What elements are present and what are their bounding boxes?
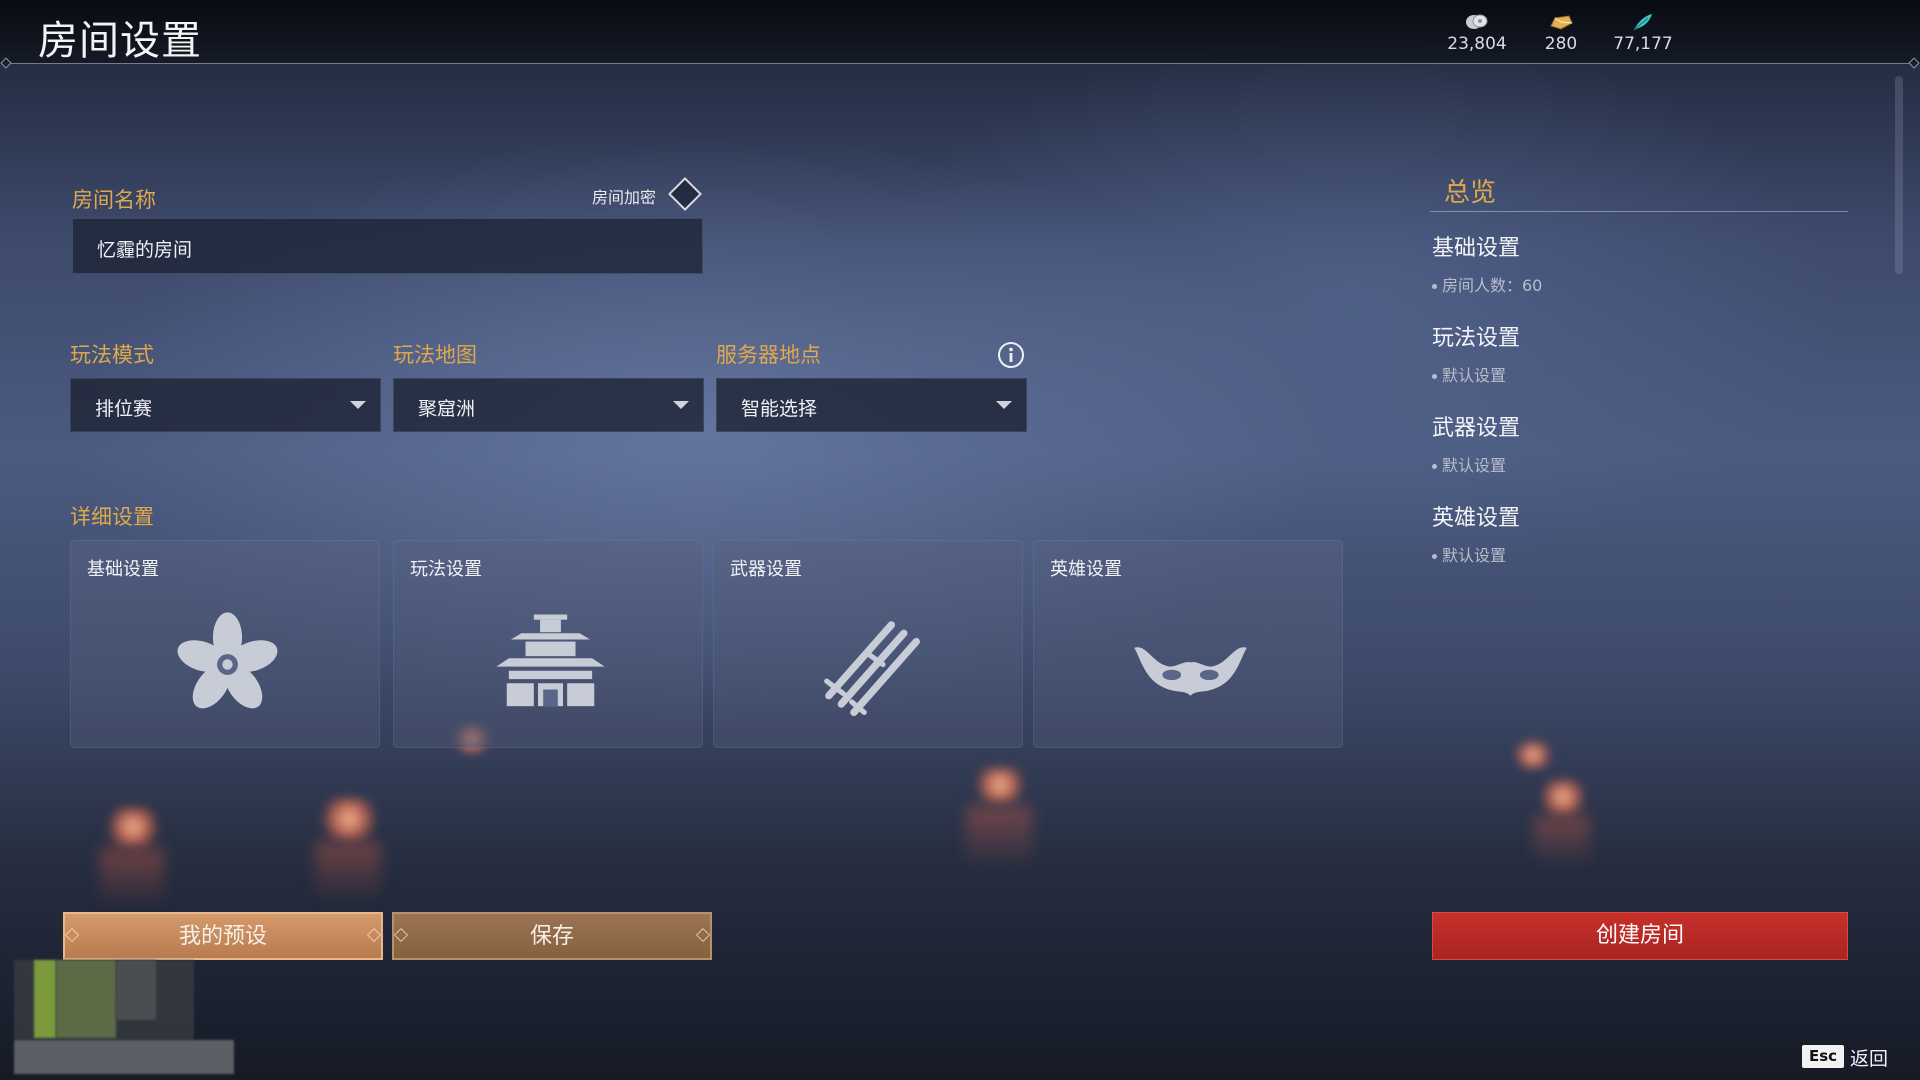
button-ornament (64, 927, 80, 943)
overview-divider (1430, 211, 1848, 212)
card-gameplay-settings[interactable]: 玩法设置 (393, 540, 703, 748)
chevron-down-icon (673, 401, 689, 409)
currency-coins: 23,804 (1432, 12, 1522, 54)
gold-amount: 280 (1544, 34, 1578, 54)
lantern-reflection (1534, 816, 1590, 866)
lantern-light (972, 768, 1028, 802)
overview-item-basic: 房间人数：60 (1432, 272, 1542, 296)
card-title: 基础设置 (87, 559, 159, 580)
map-dropdown[interactable]: 聚窟洲 (393, 378, 704, 432)
lantern-light (104, 808, 162, 846)
overview-item-text: 默认设置 (1442, 456, 1507, 475)
overview-heading-weapon: 武器设置 (1432, 416, 1521, 441)
server-value: 智能选择 (741, 398, 818, 420)
overview-item-hero: 默认设置 (1432, 542, 1506, 566)
lantern-reflection (966, 806, 1032, 870)
gold-ingot-icon (1550, 15, 1573, 30)
bullet (1432, 464, 1437, 469)
bullet (1432, 554, 1437, 559)
bullet (1432, 284, 1437, 289)
coin-amount: 23,804 (1447, 34, 1507, 54)
create-room-button[interactable]: 创建房间 (1432, 912, 1848, 960)
overview-heading-gameplay: 玩法设置 (1432, 326, 1521, 351)
swords-icon (824, 621, 920, 717)
card-title: 玩法设置 (410, 559, 482, 580)
card-basic-settings[interactable]: 基础设置 (70, 540, 380, 748)
lantern-light (318, 798, 380, 840)
overview-item-text: 默认设置 (1442, 366, 1507, 385)
mode-value: 排位赛 (95, 398, 153, 420)
room-encrypt-checkbox[interactable] (668, 177, 702, 211)
button-ornament (393, 927, 409, 943)
currency-feathers: 77,177 (1598, 12, 1688, 54)
scrollbar[interactable] (1895, 76, 1903, 274)
info-icon[interactable] (997, 341, 1025, 369)
mask-icon (1134, 647, 1247, 696)
save-label: 保存 (529, 924, 574, 949)
card-weapon-settings[interactable]: 武器设置 (713, 540, 1023, 748)
chevron-down-icon (350, 401, 366, 409)
coin-icon (1466, 14, 1488, 29)
flower-icon (177, 612, 278, 709)
lantern-light (1512, 742, 1554, 768)
mode-dropdown[interactable]: 排位赛 (70, 378, 381, 432)
create-room-label: 创建房间 (1595, 923, 1684, 948)
overview-item-text: 房间人数：60 (1442, 276, 1543, 295)
back-button[interactable]: 返回 (1850, 1044, 1888, 1071)
lantern-reflection (315, 842, 381, 902)
overview-item-text: 默认设置 (1442, 546, 1507, 565)
room-name-input[interactable]: 忆霾的房间 (72, 218, 703, 274)
card-title: 英雄设置 (1050, 559, 1122, 580)
card-hero-settings[interactable]: 英雄设置 (1033, 540, 1343, 748)
overview-item-gameplay: 默认设置 (1432, 362, 1506, 386)
save-button[interactable]: 保存 (392, 912, 712, 960)
overview-title: 总览 (1444, 178, 1497, 208)
feather-icon (1633, 14, 1652, 31)
room-name-label: 房间名称 (72, 188, 156, 212)
map-value: 聚窟洲 (418, 398, 476, 420)
server-label: 服务器地点 (716, 343, 821, 367)
my-presets-button[interactable]: 我的预设 (63, 912, 383, 960)
pagoda-icon (496, 614, 605, 707)
overview-heading-hero: 英雄设置 (1432, 506, 1521, 531)
details-label: 详细设置 (70, 505, 154, 529)
header-divider (6, 63, 1914, 64)
lantern-light (1538, 780, 1588, 814)
bullet (1432, 374, 1437, 379)
room-encrypt-label: 房间加密 (592, 188, 657, 207)
button-ornament (695, 927, 711, 943)
esc-key-hint[interactable]: Esc (1802, 1045, 1845, 1068)
button-ornament (366, 927, 382, 943)
lantern-reflection (100, 848, 164, 908)
overview-heading-basic: 基础设置 (1432, 236, 1521, 261)
card-title: 武器设置 (730, 559, 802, 580)
chevron-down-icon (996, 401, 1012, 409)
my-presets-label: 我的预设 (178, 924, 267, 949)
overview-item-weapon: 默认设置 (1432, 452, 1506, 476)
map-label: 玩法地图 (393, 343, 477, 367)
feather-amount: 77,177 (1613, 34, 1673, 54)
currency-gold: 280 (1516, 12, 1606, 54)
page-title: 房间设置 (38, 18, 202, 64)
server-dropdown[interactable]: 智能选择 (716, 378, 1027, 432)
mode-label: 玩法模式 (70, 343, 154, 367)
